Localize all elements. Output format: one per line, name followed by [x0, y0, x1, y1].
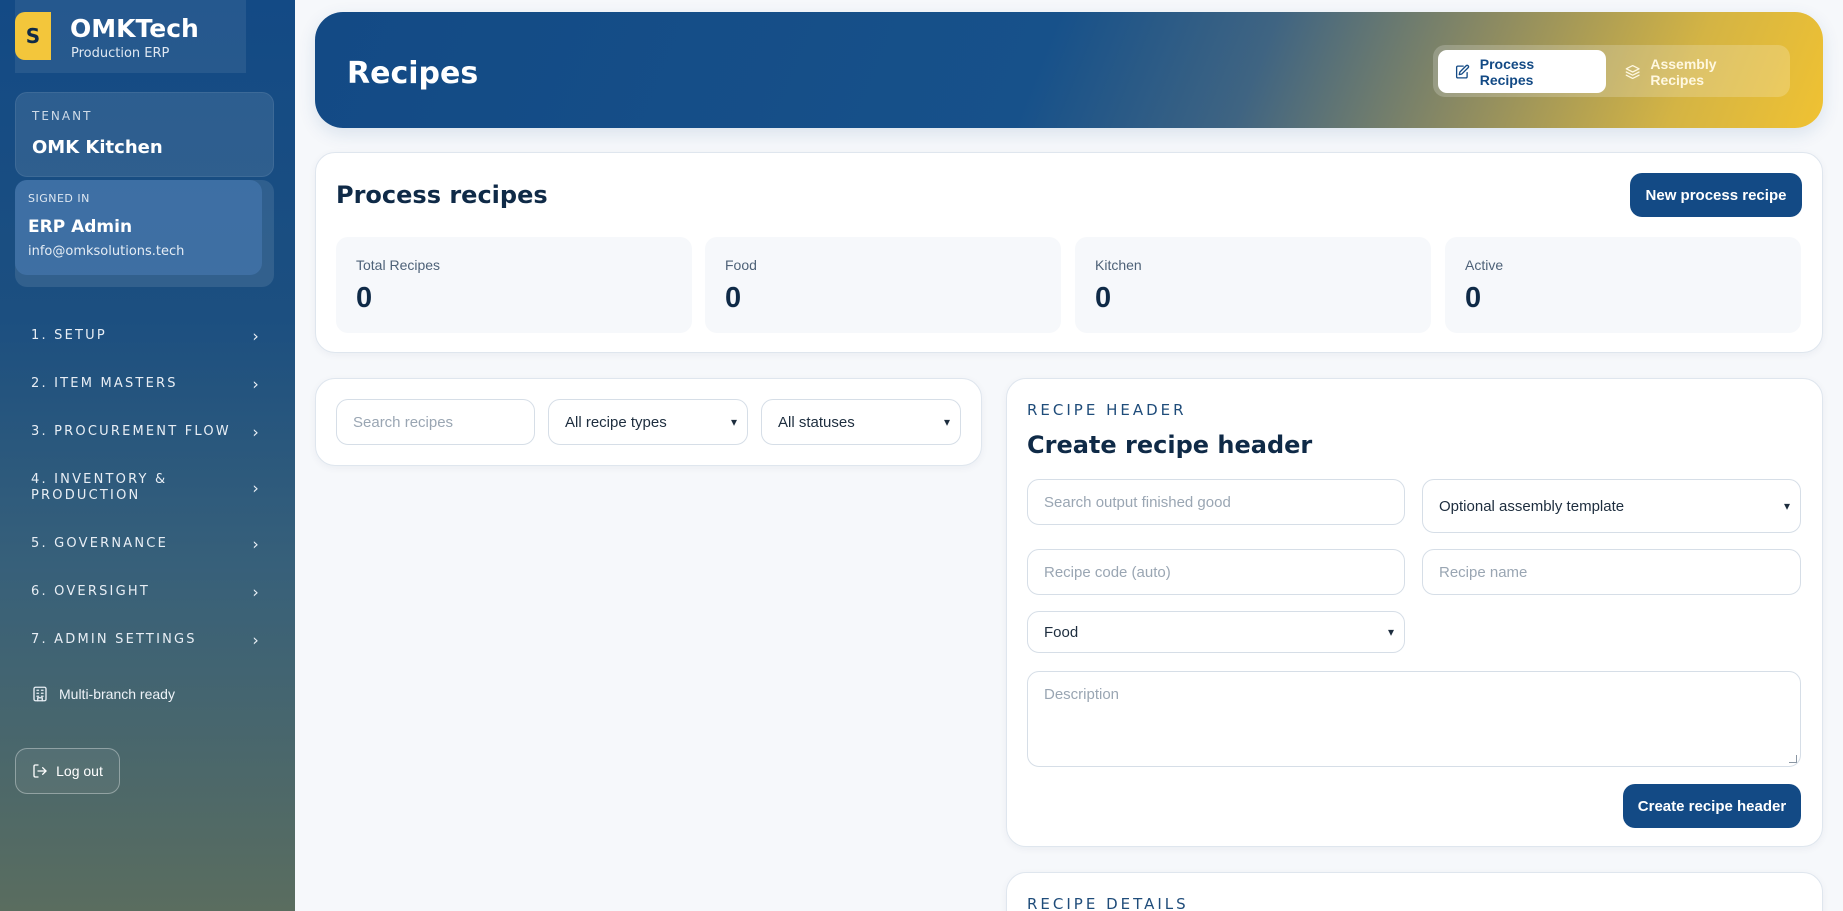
- textarea-placeholder: Description: [1044, 686, 1120, 703]
- chevron-right-icon: ›: [252, 534, 261, 554]
- page-title: Recipes: [347, 56, 479, 91]
- building-icon: [33, 686, 47, 702]
- sidebar: S OMKTech Production ERP TENANT OMK Kitc…: [0, 0, 295, 911]
- nav-item-procurement-flow[interactable]: 3. PROCUREMENT FLOW ›: [31, 422, 261, 442]
- stat-label: Active: [1465, 257, 1504, 273]
- stat-value: 0: [1095, 282, 1112, 314]
- chevron-right-icon: ›: [252, 374, 261, 394]
- new-process-recipe-button[interactable]: New process recipe: [1630, 173, 1802, 217]
- tab-label: Assembly Recipes: [1650, 55, 1717, 88]
- nav-item-label: 5. GOVERNANCE: [31, 536, 168, 551]
- resize-handle[interactable]: [1789, 755, 1797, 763]
- recipe-type-select[interactable]: All recipe types ▾: [548, 399, 748, 445]
- search-recipes-input[interactable]: Search recipes: [336, 399, 535, 445]
- tenant-label: TENANT: [32, 109, 93, 123]
- description-textarea[interactable]: Description: [1027, 671, 1801, 767]
- stat-label: Kitchen: [1095, 257, 1142, 273]
- tenant-name: OMK Kitchen: [32, 137, 163, 158]
- assembly-template-select[interactable]: Optional assembly template ▾: [1422, 479, 1801, 533]
- tab-assembly-recipes[interactable]: Assembly Recipes: [1609, 50, 1785, 93]
- page-hero: Recipes Process Recipes Assembly Recipes: [315, 12, 1823, 128]
- layers-icon: [1625, 64, 1640, 79]
- multi-branch-label: Multi-branch ready: [59, 686, 175, 702]
- output-finished-good-search[interactable]: Search output finished good: [1027, 479, 1405, 525]
- signed-in-label: SIGNED IN: [28, 192, 90, 205]
- logout-icon: [33, 764, 47, 778]
- stat-kitchen: Kitchen 0: [1075, 237, 1431, 333]
- nav-item-label: 3. PROCUREMENT FLOW: [31, 424, 231, 439]
- select-value: Food: [1044, 623, 1079, 641]
- user-email: info@omksolutions.tech: [28, 244, 185, 259]
- section-title: Process recipes: [336, 181, 548, 209]
- recipe-details-card: RECIPE DETAILS: [1006, 872, 1823, 911]
- chevron-down-icon: ▾: [1387, 625, 1394, 639]
- recipe-header-form: RECIPE HEADER Create recipe header Searc…: [1006, 378, 1823, 847]
- user-name: ERP Admin: [28, 217, 133, 237]
- nav-item-label: 2. ITEM MASTERS: [31, 376, 178, 391]
- create-recipe-header-button[interactable]: Create recipe header: [1623, 784, 1801, 828]
- stat-value: 0: [356, 282, 373, 314]
- section-eyebrow: RECIPE HEADER: [1027, 401, 1187, 419]
- brand-subtitle: Production ERP: [71, 46, 170, 61]
- stat-food: Food 0: [705, 237, 1061, 333]
- chevron-right-icon: ›: [252, 630, 261, 650]
- nav-item-label: 6. OVERSIGHT: [31, 584, 150, 599]
- brand-name: OMKTech: [70, 14, 199, 43]
- select-value: Optional assembly template: [1439, 497, 1625, 515]
- nav-item-setup[interactable]: 1. SETUP ›: [31, 326, 261, 346]
- form-title: Create recipe header: [1027, 431, 1313, 459]
- chevron-down-icon: ▾: [1783, 499, 1790, 513]
- nav-item-oversight[interactable]: 6. OVERSIGHT ›: [31, 582, 261, 602]
- multi-branch-status: Multi-branch ready: [31, 685, 175, 703]
- nav-item-label: 4. INVENTORY & PRODUCTION: [31, 472, 168, 503]
- stat-value: 0: [1465, 282, 1482, 314]
- chevron-right-icon: ›: [252, 326, 261, 346]
- logout-label: Log out: [56, 763, 103, 779]
- nav-item-admin-settings[interactable]: 7. ADMIN SETTINGS ›: [31, 630, 261, 650]
- nav-item-inventory-production[interactable]: 4. INVENTORY & PRODUCTION ›: [31, 472, 261, 504]
- chevron-down-icon: ▾: [730, 415, 737, 429]
- stat-value: 0: [725, 282, 742, 314]
- stat-label: Food: [725, 257, 757, 273]
- select-value: All recipe types: [565, 413, 667, 431]
- tab-label: Process Recipes: [1479, 55, 1535, 88]
- nav-item-label: 7. ADMIN SETTINGS: [31, 632, 197, 647]
- recipe-type-select[interactable]: Food ▾: [1027, 611, 1405, 653]
- stat-total-recipes: Total Recipes 0: [336, 237, 692, 333]
- tab-process-recipes[interactable]: Process Recipes: [1438, 50, 1606, 93]
- tenant-card: TENANT OMK Kitchen: [15, 92, 274, 177]
- edit-document-icon: [1455, 64, 1470, 79]
- signed-in-card: SIGNED IN ERP Admin info@omksolutions.te…: [15, 180, 262, 275]
- stat-active: Active 0: [1445, 237, 1801, 333]
- brand-logo: S: [15, 12, 51, 60]
- status-select[interactable]: All statuses ▾: [761, 399, 961, 445]
- chevron-right-icon: ›: [252, 582, 261, 602]
- stat-label: Total Recipes: [356, 257, 441, 273]
- nav-item-item-masters[interactable]: 2. ITEM MASTERS ›: [31, 374, 261, 394]
- chevron-down-icon: ▾: [943, 415, 950, 429]
- recipe-code-input[interactable]: Recipe code (auto): [1027, 549, 1405, 595]
- process-recipes-summary: Process recipes New process recipe Total…: [315, 152, 1823, 353]
- recipe-name-input[interactable]: Recipe name: [1422, 549, 1801, 595]
- section-eyebrow: RECIPE DETAILS: [1027, 895, 1189, 911]
- chevron-right-icon: ›: [252, 422, 261, 442]
- nav-item-label: 1. SETUP: [31, 328, 107, 343]
- chevron-right-icon: ›: [252, 478, 261, 498]
- recipe-filters: Search recipes All recipe types ▾ All st…: [315, 378, 982, 466]
- recipe-type-tabs: Process Recipes Assembly Recipes: [1433, 45, 1790, 97]
- nav-item-governance[interactable]: 5. GOVERNANCE ›: [31, 534, 261, 554]
- select-value: All statuses: [778, 413, 855, 431]
- brand-block: S OMKTech Production ERP: [15, 0, 246, 73]
- logout-button[interactable]: Log out: [15, 748, 120, 794]
